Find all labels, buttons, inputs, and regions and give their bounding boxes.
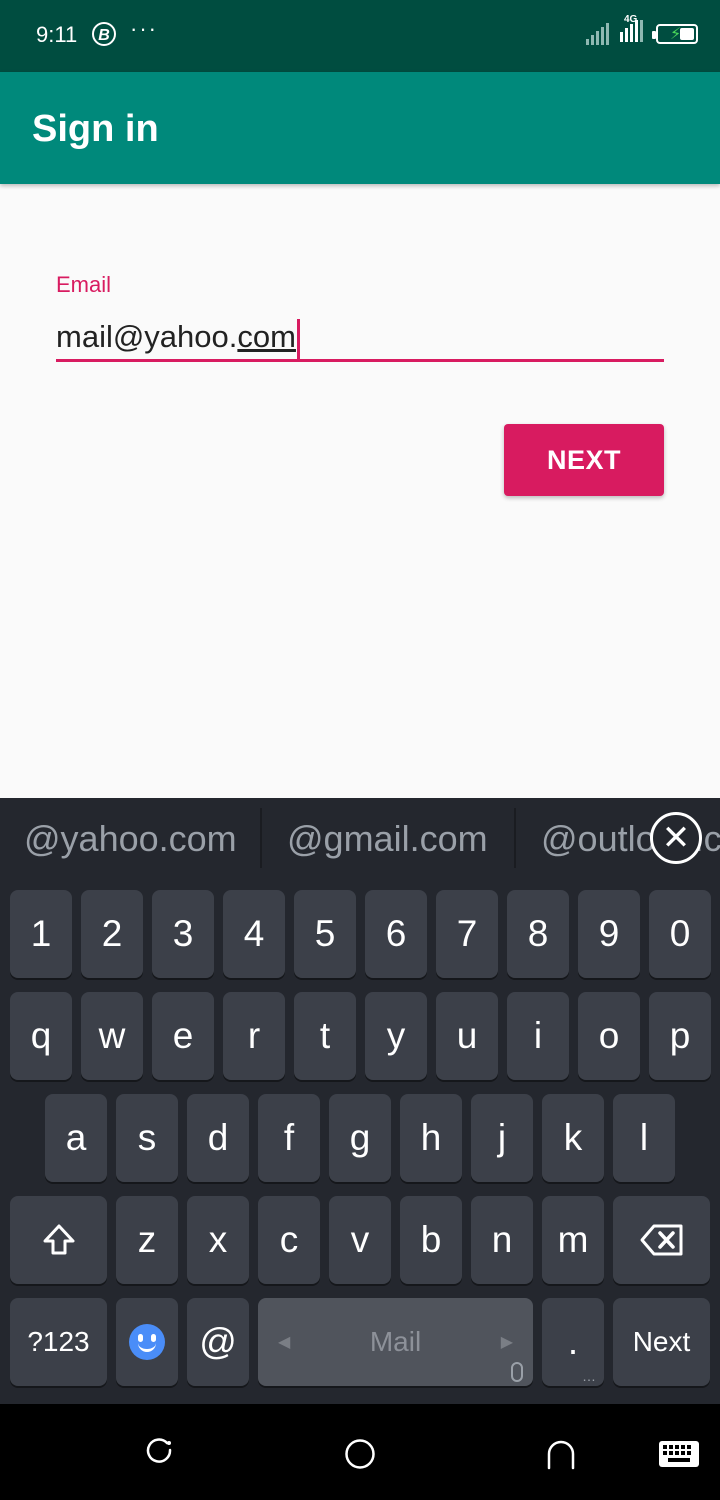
key-z[interactable]: z (116, 1196, 178, 1284)
space-label: Mail (369, 1326, 422, 1357)
network-type: 4G (624, 14, 638, 25)
space-key[interactable]: ◀ Mail ▶ (258, 1298, 533, 1386)
key-x[interactable]: x (187, 1196, 249, 1284)
close-suggestions-icon[interactable]: ✕ (650, 812, 702, 864)
shift-icon (43, 1224, 74, 1255)
key-y[interactable]: y (365, 992, 427, 1080)
key-q[interactable]: q (10, 992, 72, 1080)
backspace-icon (640, 1224, 682, 1256)
key-8[interactable]: 8 (507, 890, 569, 978)
b-badge-icon: B (92, 22, 116, 46)
status-icons: 4G ⚡ (586, 14, 698, 47)
key-b[interactable]: b (400, 1196, 462, 1284)
key-i[interactable]: i (507, 992, 569, 1080)
text-cursor (296, 318, 300, 359)
backspace-key[interactable] (613, 1196, 710, 1284)
at-key[interactable]: @ (187, 1298, 249, 1386)
key-a[interactable]: a (45, 1094, 107, 1182)
email-field[interactable]: mail@yahoo.com (56, 310, 664, 362)
home-icon[interactable] (344, 1438, 376, 1470)
key-t[interactable]: t (294, 992, 356, 1080)
recent-apps-icon[interactable] (145, 1438, 175, 1468)
back-icon[interactable] (545, 1438, 577, 1470)
battery-icon: ⚡ (652, 23, 698, 44)
key-0[interactable]: 0 (649, 890, 711, 978)
key-j[interactable]: j (471, 1094, 533, 1182)
emoji-key[interactable] (116, 1298, 178, 1386)
symbols-key[interactable]: ?123 (10, 1298, 107, 1386)
key-g[interactable]: g (329, 1094, 391, 1182)
key-p[interactable]: p (649, 992, 711, 1080)
keyboard-icon[interactable] (658, 1440, 700, 1468)
status-time: 9:11 (36, 22, 78, 47)
key-h[interactable]: h (400, 1094, 462, 1182)
key-5[interactable]: 5 (294, 890, 356, 978)
key-l[interactable]: l (613, 1094, 675, 1182)
arrow-right-icon: ▶ (500, 1334, 513, 1351)
key-9[interactable]: 9 (578, 890, 640, 978)
arrow-left-icon: ◀ (278, 1334, 291, 1351)
key-3[interactable]: 3 (152, 890, 214, 978)
network-4g: 4G (620, 14, 646, 47)
shift-key[interactable] (10, 1196, 107, 1284)
key-n[interactable]: n (471, 1196, 533, 1284)
key-6[interactable]: 6 (365, 890, 427, 978)
next-button[interactable]: NEXT (504, 424, 664, 496)
suggestion-divider (514, 808, 516, 868)
emoji-icon (129, 1324, 165, 1360)
keyboard-next-key[interactable]: Next (613, 1298, 710, 1386)
key-f[interactable]: f (258, 1094, 320, 1182)
key-w[interactable]: w (81, 992, 143, 1080)
suggestion-strip: @yahoo.com @gmail.com @outlook.com ✕ (0, 798, 720, 882)
status-bar: 9:11 B ··· 4G ⚡ (0, 0, 720, 72)
navigation-bar (0, 1404, 720, 1500)
more-punctuation-icon: … (582, 1368, 596, 1384)
app-bar: Sign in (0, 72, 720, 184)
key-e[interactable]: e (152, 992, 214, 1080)
key-7[interactable]: 7 (436, 890, 498, 978)
more-notifications-icon: ··· (130, 16, 158, 41)
key-o[interactable]: o (578, 992, 640, 1080)
email-label: Email (56, 272, 112, 297)
key-r[interactable]: r (223, 992, 285, 1080)
key-s[interactable]: s (116, 1094, 178, 1182)
key-u[interactable]: u (436, 992, 498, 1080)
suggestion-divider (260, 808, 262, 868)
keyboard: @yahoo.com @gmail.com @outlook.com ✕ 123… (0, 798, 720, 1404)
key-1[interactable]: 1 (10, 890, 72, 978)
key-2[interactable]: 2 (81, 890, 143, 978)
key-d[interactable]: d (187, 1094, 249, 1182)
period-key[interactable]: . … (542, 1298, 604, 1386)
page-title: Sign in (32, 108, 159, 150)
key-v[interactable]: v (329, 1196, 391, 1284)
email-value-prefix: mail@yahoo. (56, 319, 238, 354)
email-value-suffix: com (237, 319, 296, 354)
mic-icon (511, 1362, 523, 1382)
key-c[interactable]: c (258, 1196, 320, 1284)
key-m[interactable]: m (542, 1196, 604, 1284)
key-k[interactable]: k (542, 1094, 604, 1182)
signal-icon (586, 22, 609, 45)
suggestion-gmail[interactable]: @gmail.com (287, 818, 488, 860)
key-4[interactable]: 4 (223, 890, 285, 978)
suggestion-yahoo[interactable]: @yahoo.com (24, 818, 237, 860)
period-label: . (567, 1321, 579, 1362)
